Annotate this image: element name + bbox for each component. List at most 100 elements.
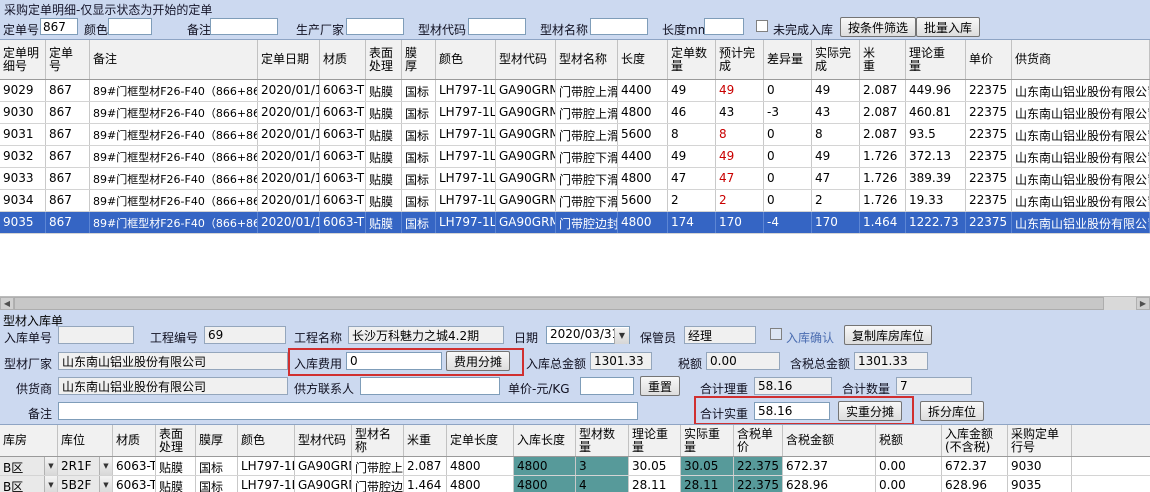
scroll-right-arrow-icon[interactable]: ▶ [1136,297,1150,310]
fee-field[interactable] [346,352,442,370]
column-header[interactable]: 含税单价 [734,425,783,456]
table-row[interactable]: 903586789#门框型材F26-F40（866+867）2020/01/13… [0,212,1150,234]
column-header[interactable]: 定单号 [46,40,90,79]
column-header[interactable]: 预计完成 [716,40,764,79]
column-header[interactable]: 表面处理 [156,425,196,456]
column-header[interactable]: 定单数量 [668,40,716,79]
inbound-no-field[interactable] [58,326,134,344]
table-row[interactable]: 902986789#门框型材F26-F40（866+867）2020/01/13… [0,80,1150,102]
column-header[interactable]: 入库长度 [514,425,576,456]
column-header[interactable]: 单价 [966,40,1012,79]
table-row[interactable]: 903086789#门框型材F26-F40（866+867）2020/01/13… [0,102,1150,124]
column-header[interactable]: 入库金额(不含税) [942,425,1008,456]
filter-input-0[interactable] [40,18,78,35]
column-header[interactable]: 材质 [320,40,366,79]
table-row[interactable]: 903186789#门框型材F26-F40（866+867）2020/01/13… [0,124,1150,146]
column-header[interactable]: 型材名称 [556,40,618,79]
date-field[interactable]: 2020/03/31▼ [546,326,630,344]
combo-dropdown-icon[interactable]: ▼ [99,476,112,492]
column-header[interactable]: 税额 [876,425,942,456]
table-row[interactable]: B区▼2R1F▼6063-T5贴膜国标LH797-1LL0GA90GRM03门带… [0,457,1150,476]
project-name-field[interactable] [348,326,504,344]
column-header[interactable]: 定单日期 [258,40,320,79]
column-header[interactable]: 实际重量 [681,425,734,456]
column-header[interactable]: 颜色 [238,425,295,456]
column-header[interactable]: 颜色 [436,40,496,79]
column-header[interactable]: 定单明细号 [0,40,46,79]
project-no-field[interactable] [204,326,286,344]
copy-warehouse-location-button[interactable]: 复制库房库位 [844,325,932,345]
cell: 国标 [402,146,436,167]
inbound-confirm-checkbox[interactable] [770,328,782,340]
actual-weight-share-button[interactable]: 实重分摊 [838,401,902,421]
column-header[interactable]: 库房 [0,425,58,456]
column-header[interactable]: 型材代码 [496,40,556,79]
column-header[interactable]: 材质 [113,425,156,456]
filter-input-4[interactable] [468,18,526,35]
fee-share-button[interactable]: 费用分摊 [446,351,510,371]
filter-input-1[interactable] [108,18,152,35]
cell: 6063-T5 [320,146,366,167]
remark-field[interactable] [58,402,638,420]
table-row[interactable]: B区▼5B2F▼6063-T5贴膜国标LH797-1LL0GA90GRM05门带… [0,476,1150,492]
column-header[interactable]: 备注 [90,40,258,79]
total-theory-field[interactable] [754,377,832,395]
column-header[interactable]: 定单长度 [447,425,514,456]
combo-dropdown-icon[interactable]: ▼ [99,457,112,475]
column-header[interactable]: 型材代码 [295,425,352,456]
batch-inbound-button[interactable]: 批量入库 [916,17,980,37]
scrollbar-thumb[interactable] [14,297,1104,310]
column-header[interactable]: 米重 [860,40,906,79]
unfinished-inbound-checkbox[interactable] [756,20,768,32]
tax-field[interactable] [706,352,780,370]
cell: 贴膜 [366,212,402,233]
column-header[interactable]: 膜厚 [402,40,436,79]
filter-by-condition-button[interactable]: 按条件筛选 [840,17,916,37]
total-amount-field[interactable] [590,352,652,370]
date-label: 日期 [514,329,538,346]
column-header[interactable]: 表面处理 [366,40,402,79]
column-header[interactable]: 型材名称 [352,425,404,456]
horizontal-scrollbar[interactable]: ◀ ▶ [0,296,1150,310]
column-header[interactable]: 供货商 [1012,40,1150,79]
column-header[interactable]: 膜厚 [196,425,238,456]
table-row[interactable]: 903486789#门框型材F26-F40（866+867）2020/01/13… [0,190,1150,212]
column-header[interactable]: 含税金额 [783,425,876,456]
column-header[interactable]: 差异量 [764,40,812,79]
column-header[interactable]: 米重 [404,425,447,456]
column-header[interactable]: 长度 [618,40,668,79]
filter-input-5[interactable] [590,18,648,35]
cell: 门带腔下滑 [556,146,618,167]
table-row[interactable]: 903386789#门框型材F26-F40（866+867）2020/01/13… [0,168,1150,190]
cell: 4800 [514,457,576,475]
cell: 5600 [618,190,668,211]
total-qty-field[interactable] [896,377,972,395]
combo-dropdown-icon[interactable]: ▼ [44,457,57,475]
filter-input-3[interactable] [346,18,404,35]
column-header[interactable]: 理论重量 [629,425,681,456]
table-row[interactable]: 903286789#门框型材F26-F40（866+867）2020/01/13… [0,146,1150,168]
combo-dropdown-icon[interactable]: ▼ [44,476,57,492]
column-header[interactable]: 采购定单行号 [1008,425,1072,456]
cell: 449.96 [906,80,966,101]
total-actual-field[interactable] [754,402,830,420]
reset-button[interactable]: 重置 [640,376,680,396]
filter-input-6[interactable] [704,18,744,35]
factory-field[interactable] [58,352,288,370]
filter-input-2[interactable] [210,18,278,35]
tax-total-field[interactable] [854,352,928,370]
calendar-dropdown-icon[interactable]: ▼ [614,328,629,344]
scroll-left-arrow-icon[interactable]: ◀ [0,297,14,310]
column-header[interactable]: 理论重量 [906,40,966,79]
cell: 2 [716,190,764,211]
cell: -4 [764,212,812,233]
column-header[interactable]: 实际完成 [812,40,860,79]
column-header[interactable]: 库位 [58,425,113,456]
split-location-button[interactable]: 拆分库位 [920,401,984,421]
column-header[interactable]: 型材数量 [576,425,629,456]
contact-field[interactable] [360,377,500,395]
cell: 贴膜 [156,476,196,492]
keeper-field[interactable] [684,326,756,344]
unit-price-field[interactable] [580,377,634,395]
supplier-field[interactable] [58,377,288,395]
